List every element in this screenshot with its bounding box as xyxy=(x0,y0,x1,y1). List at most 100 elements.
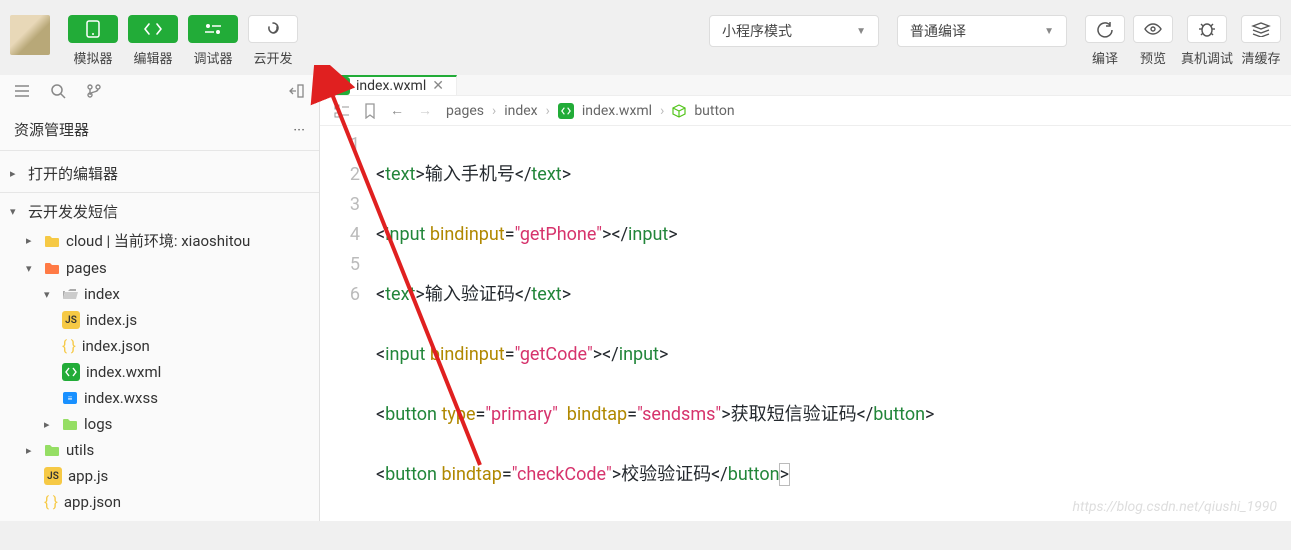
open-editors-section[interactable]: ▸ 打开的编辑器 xyxy=(0,159,319,188)
file-index-wxss[interactable]: ≡ index.wxss xyxy=(0,385,319,411)
file-app-json[interactable]: { } app.json xyxy=(0,489,319,515)
editor-button[interactable]: 编辑器 xyxy=(128,15,178,67)
chevron-down-icon: ▾ xyxy=(26,262,38,275)
chevron-right-icon: › xyxy=(546,103,550,119)
realdevice-label: 真机调试 xyxy=(1181,48,1233,67)
file-index-json[interactable]: { } index.json xyxy=(0,333,319,359)
preview-button[interactable]: 预览 xyxy=(1133,15,1173,67)
search-icon[interactable] xyxy=(50,83,66,99)
compile-mode-label: 普通编译 xyxy=(910,21,966,41)
clear-cache-button[interactable]: 清缓存 xyxy=(1241,15,1281,67)
file-tree: ▸ 打开的编辑器 ▾ 云开发发短信 ▸ cloud | 当前环境: xiaosh… xyxy=(0,155,319,519)
nav-forward-icon[interactable]: → xyxy=(418,102,432,119)
index-folder-label: index xyxy=(84,285,120,303)
line-number: 6 xyxy=(320,280,360,310)
file-index-wxml[interactable]: index.wxml xyxy=(0,359,319,385)
chevron-down-icon: ▾ xyxy=(10,205,22,218)
bookmark-icon[interactable] xyxy=(364,103,376,119)
editor-label: 编辑器 xyxy=(133,48,172,67)
breadcrumb-file[interactable]: index.wxml xyxy=(582,103,652,119)
tab-index-wxml[interactable]: index.wxml ✕ xyxy=(320,75,457,95)
open-editors-label: 打开的编辑器 xyxy=(28,163,118,184)
branch-icon[interactable] xyxy=(86,83,102,99)
editor-tabs: index.wxml ✕ xyxy=(320,75,1291,96)
folder-icon xyxy=(44,261,60,275)
compile-mode-dropdown[interactable]: 普通编译 ▼ xyxy=(897,15,1067,47)
cloud-icon xyxy=(248,15,298,43)
pages-folder[interactable]: ▾ pages xyxy=(0,255,319,281)
outline-icon[interactable] xyxy=(334,104,350,118)
cloud-folder[interactable]: ▸ cloud | 当前环境: xiaoshitou xyxy=(0,226,319,255)
file-label: index.wxml xyxy=(86,363,161,381)
more-icon[interactable]: ··· xyxy=(293,121,305,139)
chevron-right-icon: › xyxy=(660,103,664,119)
breadcrumb-index[interactable]: index xyxy=(504,103,537,119)
controls-icon xyxy=(188,15,238,43)
folder-icon xyxy=(44,443,60,457)
line-number: 4 xyxy=(320,220,360,250)
breadcrumb-pages[interactable]: pages xyxy=(446,103,484,119)
folder-icon xyxy=(62,417,78,431)
file-label: index.json xyxy=(82,337,150,355)
chevron-right-icon: ▸ xyxy=(26,444,38,457)
file-label: app.json xyxy=(64,493,121,511)
breadcrumb-symbol[interactable]: button xyxy=(694,103,734,119)
file-label: app.js xyxy=(68,467,108,485)
bug-icon xyxy=(1187,15,1227,43)
preview-label: 预览 xyxy=(1140,48,1166,67)
debugger-label: 调试器 xyxy=(193,48,232,67)
avatar[interactable] xyxy=(10,15,50,55)
index-folder[interactable]: ▾ index xyxy=(0,281,319,307)
logs-folder[interactable]: ▸ logs xyxy=(0,411,319,437)
file-index-js[interactable]: JS index.js xyxy=(0,307,319,333)
cloud-button[interactable]: 云开发 xyxy=(248,15,298,67)
json-icon: { } xyxy=(44,493,58,511)
code-text: 输入验证码 xyxy=(425,284,515,305)
code-text: 输入手机号 xyxy=(425,164,515,185)
tab-label: index.wxml xyxy=(356,78,426,94)
utils-label: utils xyxy=(66,441,94,459)
eye-icon xyxy=(1133,15,1173,43)
explorer-title-row: 资源管理器 ··· xyxy=(0,107,319,146)
cloud-label: 云开发 xyxy=(253,48,292,67)
chevron-right-icon: ▸ xyxy=(44,418,56,431)
compile-button[interactable]: 编译 xyxy=(1085,15,1125,67)
file-app-js[interactable]: JS app.js xyxy=(0,463,319,489)
chevron-right-icon: ▸ xyxy=(10,167,22,180)
wxml-icon xyxy=(62,363,80,381)
layers-icon xyxy=(1241,15,1281,43)
cloud-env-label: cloud | 当前环境: xiaoshitou xyxy=(66,230,250,251)
file-label: index.js xyxy=(86,311,137,329)
main-area: 资源管理器 ··· ▸ 打开的编辑器 ▾ 云开发发短信 ▸ cloud | 当前… xyxy=(0,75,1291,521)
collapse-icon[interactable] xyxy=(289,83,305,99)
logs-label: logs xyxy=(84,415,112,433)
explorer-panel: 资源管理器 ··· ▸ 打开的编辑器 ▾ 云开发发短信 ▸ cloud | 当前… xyxy=(0,75,320,521)
js-icon: JS xyxy=(44,467,62,485)
code-attr: getPhone xyxy=(520,224,596,245)
wxss-icon: ≡ xyxy=(62,391,78,405)
debugger-button[interactable]: 调试器 xyxy=(188,15,238,67)
mode-dropdown[interactable]: 小程序模式 ▼ xyxy=(709,15,879,47)
caret-down-icon: ▼ xyxy=(856,26,866,37)
code-attr: primary xyxy=(491,404,552,425)
folder-open-icon xyxy=(62,287,78,301)
code-attr: getCode xyxy=(520,344,587,365)
code-lines: <text>输入手机号</text> <input bindinput="get… xyxy=(376,130,1291,550)
code-area[interactable]: 1 2 3 4 5 6 <text>输入手机号</text> <input bi… xyxy=(320,126,1291,550)
top-toolbar: 模拟器 编辑器 调试器 云开发 小程序模式 ▼ 普通编译 ▼ xyxy=(0,0,1291,75)
svg-text:≡: ≡ xyxy=(68,394,73,403)
chevron-down-icon: ▾ xyxy=(44,288,56,301)
project-root[interactable]: ▾ 云开发发短信 xyxy=(0,197,319,226)
simulator-button[interactable]: 模拟器 xyxy=(68,15,118,67)
nav-back-icon[interactable]: ← xyxy=(390,102,404,119)
line-number: 2 xyxy=(320,160,360,190)
compile-label: 编译 xyxy=(1092,48,1118,67)
list-icon[interactable] xyxy=(14,84,30,98)
realdevice-button[interactable]: 真机调试 xyxy=(1181,15,1233,67)
utils-folder[interactable]: ▸ utils xyxy=(0,437,319,463)
folder-icon xyxy=(44,234,60,248)
watermark: https://blog.csdn.net/qiushi_1990 xyxy=(1073,499,1277,515)
chevron-right-icon: › xyxy=(492,103,496,119)
close-icon[interactable]: ✕ xyxy=(432,78,444,94)
js-icon: JS xyxy=(62,311,80,329)
